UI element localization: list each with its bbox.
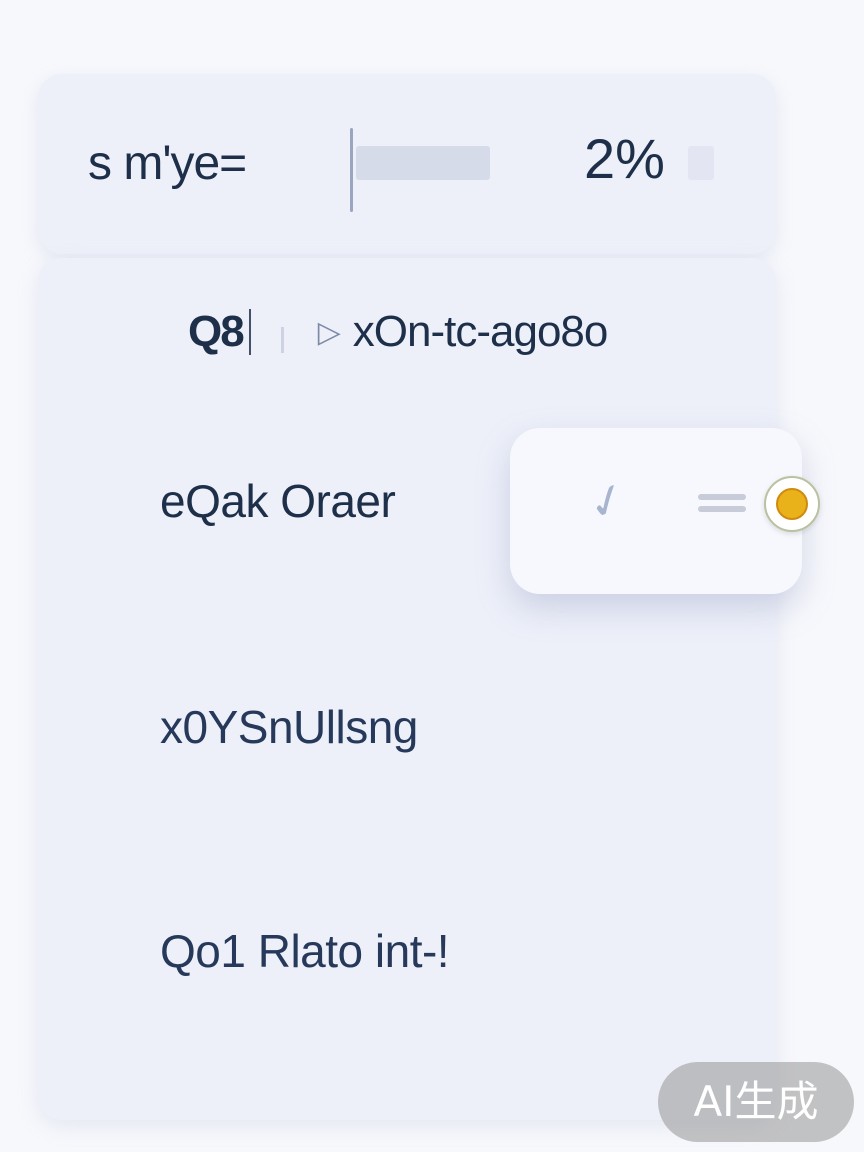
pen-icon[interactable]: ✓ [580,469,635,533]
menu-item-2[interactable]: x0YSnUllsng [160,700,418,754]
text-caret [248,309,251,355]
avatar-image [776,488,808,520]
menu-icon[interactable] [698,494,746,514]
popover-card[interactable]: ✓ [510,428,820,594]
avatar[interactable] [764,476,820,532]
play-icon[interactable]: ▷ [318,315,341,350]
top-panel-label: s m'ye= [88,137,247,190]
top-panel: s m'ye= 2% [38,74,776,254]
search-text[interactable]: xOn-tc-ago8o [353,307,609,357]
main-panel: Q8 ▷ xOn-tc-ago8o eQak Oraer x0YSnUllsng… [38,258,776,1120]
percent-tail [688,146,714,180]
divider-tick [280,327,284,353]
search-row[interactable]: Q8 ▷ xOn-tc-ago8o [188,302,609,362]
menu-item-3[interactable]: Qo1 Rlato int-! [160,924,450,978]
menu-item-1[interactable]: eQak Oraer [160,474,396,528]
page: s m'ye= 2% Q8 ▷ xOn-tc-ago8o eQak Oraer … [0,0,864,1152]
progress-bar [356,146,490,180]
percent-value: 2% [584,127,665,190]
top-divider [350,128,353,212]
ai-generated-watermark: AI生成 [658,1062,854,1142]
search-icon[interactable]: Q8 [188,307,245,357]
